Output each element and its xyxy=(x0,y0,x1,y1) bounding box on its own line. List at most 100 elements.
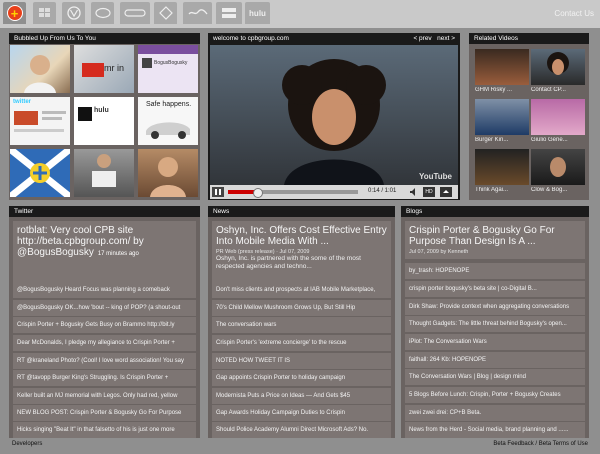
news-item[interactable]: 70's Child Mellow Mushroom Grows Up, But… xyxy=(212,300,391,316)
news-item[interactable]: Crispin Porter's 'extreme concierge' to … xyxy=(212,335,391,351)
twitter-item[interactable]: Hicks singing "Beat It" in that falsetto… xyxy=(13,422,196,438)
contact-us-link[interactable]: Contact Us xyxy=(554,9,594,18)
tab-cpb-home[interactable]: + xyxy=(3,2,26,24)
twitter-item[interactable]: RT @kraneland Photo? (Cool! I love word … xyxy=(13,353,196,369)
bubbled-tile-bogusbogusky[interactable]: BogusBogusky xyxy=(138,45,198,93)
twitter-featured-time: 17 minutes ago xyxy=(97,251,139,257)
tab-burger-king[interactable] xyxy=(154,2,177,24)
twitter-panel: Twitter rotblat: Very cool CPB site http… xyxy=(9,206,200,438)
tab-coca-cola[interactable] xyxy=(183,2,212,24)
related-videos-panel: Related Videos GHM Risky ... Contact CP.… xyxy=(469,33,589,200)
video-title: welcome to cpbgroup.com xyxy=(213,35,289,42)
fullscreen-icon xyxy=(443,190,449,193)
blogs-item[interactable]: The Conversation Wars | Blog | design mi… xyxy=(405,369,585,385)
video-progress-track[interactable] xyxy=(228,188,358,198)
blogs-item[interactable]: by_trash: HOPENOPE xyxy=(405,263,585,279)
hulu-logo-icon: hulu xyxy=(249,8,266,18)
blogs-item[interactable]: iPlot: The Conversation Wars xyxy=(405,334,585,350)
video-scrubber[interactable] xyxy=(252,188,263,198)
tab-windows[interactable] xyxy=(33,2,56,24)
tab-ford[interactable] xyxy=(91,2,114,24)
related-video-label-6[interactable]: Clow & Bog... xyxy=(531,187,587,193)
top-nav-bar: + hulu Contact Us xyxy=(0,0,600,28)
next-video-link[interactable]: next > xyxy=(437,35,455,42)
video-presenter-image xyxy=(282,59,386,185)
prev-video-link[interactable]: < prev xyxy=(413,35,431,42)
blogs-item[interactable]: Dirk Shaw: Provide context when aggregat… xyxy=(405,299,585,315)
related-video-thumb-6[interactable] xyxy=(531,149,585,185)
twitter-item[interactable]: @BogusBogusky OK...how 'bout -- king of … xyxy=(13,300,196,316)
bubbled-tile-mr-in[interactable]: mr in xyxy=(74,45,134,93)
bubbled-tile-twitter-news[interactable]: twitter xyxy=(10,97,70,145)
related-video-label-2[interactable]: Contact CP... xyxy=(531,87,587,93)
blogs-header: Blogs xyxy=(401,206,589,217)
blogs-item[interactable]: crispin porter bogusky's beta site | co-… xyxy=(405,281,585,297)
pause-icon xyxy=(215,189,221,195)
twitter-item[interactable]: NEW BLOG POST: Crispin Porter & Bogusky … xyxy=(13,405,196,421)
video-nav: < prev next > xyxy=(413,33,455,44)
blogs-item[interactable]: 5 Blogs Before Lunch: Crispin, Porter + … xyxy=(405,387,585,403)
twitter-item[interactable]: Crispin Porter + Bogusky Gets Busy on Br… xyxy=(13,317,196,333)
twitter-item[interactable]: Keller built an MJ memorial with Legos. … xyxy=(13,388,196,404)
related-video-label-4[interactable]: Giulio Gene... xyxy=(531,137,587,143)
bubbled-tile-hulu[interactable]: hulu xyxy=(74,97,134,145)
blogs-featured-meta: Jul 07, 2009 by Kenneth xyxy=(409,249,469,255)
news-item[interactable]: NOTED HOW TWEET IT IS xyxy=(212,353,391,369)
news-item[interactable]: Should Police Academy Alumni Direct Micr… xyxy=(212,422,391,438)
related-video-thumb-4[interactable] xyxy=(531,99,585,135)
blogs-featured[interactable]: Crispin Porter & Bogusky Go For Purpose … xyxy=(405,221,585,259)
tab-guitar-hero[interactable] xyxy=(216,2,242,24)
blogs-item[interactable]: News from the Herd - Social media, brand… xyxy=(405,422,585,438)
beta-feedback-terms-link[interactable]: Beta Feedback / Beta Terms of Use xyxy=(493,441,588,447)
blogs-item[interactable]: faithall: 264 Kb: HOPENOPE xyxy=(405,352,585,368)
news-item[interactable]: The conversation wars xyxy=(212,317,391,333)
bubbled-tile-man-portrait[interactable] xyxy=(138,149,198,197)
news-item[interactable]: Gap appoints Crispin Porter to holiday c… xyxy=(212,370,391,386)
related-video-thumb-1[interactable] xyxy=(475,49,529,85)
hd-button[interactable]: HD xyxy=(423,187,435,197)
dominos-logo-icon xyxy=(124,9,146,17)
tab-volkswagen[interactable] xyxy=(62,2,85,24)
bubbled-tile-safe-happens[interactable]: Safe happens. xyxy=(138,97,198,145)
coca-cola-logo-icon xyxy=(187,9,208,15)
related-video-thumb-3[interactable] xyxy=(475,99,529,135)
blogs-item[interactable]: Thought Gadgets: The little threat behin… xyxy=(405,316,585,332)
related-video-label-3[interactable]: Burger Kin... xyxy=(475,137,531,143)
related-video-thumb-5[interactable] xyxy=(475,149,529,185)
news-item[interactable]: Don't miss clients and prospects at IAB … xyxy=(212,282,391,298)
news-header: News xyxy=(208,206,395,217)
news-item[interactable]: Gap Awards Holiday Campaign Duties to Cr… xyxy=(212,405,391,421)
bubbled-tile-photo-girl[interactable] xyxy=(10,45,70,93)
news-item[interactable]: Modernista Puts a Price on Ideas — And G… xyxy=(212,388,391,404)
bubbled-up-header: Bubbled Up From Us To You xyxy=(9,33,200,44)
video-controls: 0:14 / 1:01 HD xyxy=(210,185,458,199)
news-featured[interactable]: Oshyn, Inc. Offers Cost Effective Entry … xyxy=(212,221,391,283)
related-video-label-5[interactable]: Think Agai... xyxy=(475,187,531,193)
tab-hulu[interactable]: hulu xyxy=(245,2,270,24)
news-featured-title[interactable]: Oshyn, Inc. Offers Cost Effective Entry … xyxy=(216,225,387,247)
volume-icon[interactable] xyxy=(410,188,420,196)
twitter-item[interactable]: @BogusBogusky Heard Focus was planning a… xyxy=(13,282,196,298)
news-panel: News Oshyn, Inc. Offers Cost Effective E… xyxy=(208,206,395,438)
related-video-label-1[interactable]: GHM Risky ... xyxy=(475,87,531,93)
bubbled-tile-sign-person[interactable] xyxy=(74,149,134,197)
fullscreen-button[interactable] xyxy=(440,187,452,197)
bubbled-tile-crest[interactable] xyxy=(10,149,70,197)
video-time: 0:14 / 1:01 xyxy=(368,188,397,194)
twitter-featured[interactable]: rotblat: Very cool CPB site http://beta.… xyxy=(13,221,196,283)
developers-link[interactable]: Developers xyxy=(12,441,42,447)
cpb-plus-icon: + xyxy=(6,5,23,21)
burger-king-logo-icon xyxy=(158,6,173,20)
bubbled-up-panel: Bubbled Up From Us To You mr in BogusBog… xyxy=(9,33,200,200)
blogs-featured-title[interactable]: Crispin Porter & Bogusky Go For Purpose … xyxy=(409,225,581,247)
volkswagen-logo-icon xyxy=(66,6,81,20)
video-frame[interactable]: YouTube xyxy=(210,45,458,185)
video-header: welcome to cpbgroup.com < prev next > xyxy=(208,33,460,44)
tab-dominos[interactable] xyxy=(120,2,150,24)
video-panel: welcome to cpbgroup.com < prev next > Yo… xyxy=(208,33,460,200)
blogs-item[interactable]: zwei zwei drei: CP+B Beta. xyxy=(405,405,585,421)
twitter-item[interactable]: Dear McDonalds, I pledge my allegiance t… xyxy=(13,335,196,351)
pause-button[interactable] xyxy=(212,187,224,197)
twitter-item[interactable]: RT @tavopp Burger King's Struggling. Is … xyxy=(13,370,196,386)
related-video-thumb-2[interactable] xyxy=(531,49,585,85)
